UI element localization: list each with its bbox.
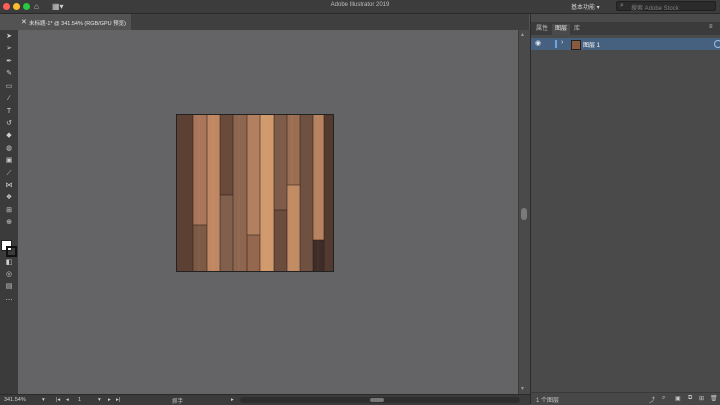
panel-menu-icon[interactable]: ≡ <box>709 24 713 30</box>
prev-artboard-icon[interactable]: ◂ <box>66 397 69 403</box>
artboard-dropdown-icon[interactable]: ▾ <box>98 397 101 403</box>
artboard-number-field[interactable]: 1 <box>78 397 81 403</box>
clipping-mask-icon[interactable]: ▣ <box>675 395 681 402</box>
locate-object-icon[interactable]: ⌕ <box>662 395 665 402</box>
new-sublayer-icon[interactable]: ⧉ <box>688 395 692 402</box>
type-icon[interactable]: T <box>3 107 15 117</box>
scroll-up-icon[interactable]: ▴ <box>521 31 524 38</box>
new-layer-icon[interactable]: ⊞ <box>699 395 704 402</box>
last-artboard-icon[interactable]: ▸| <box>116 397 120 403</box>
search-icon: ⌕ <box>620 2 624 9</box>
tools-panel: ➤ ➢ ✒ ✎ ▭ ∕ T ↺ ◆ ◍ ▣ ⟋ ⋈ ❖ ⊞ ⊕ ◧ ◎ ▤ ⋯ <box>0 30 19 394</box>
layer-color-bar <box>555 40 557 48</box>
first-artboard-icon[interactable]: |◂ <box>56 397 60 403</box>
wood-planks-artboard[interactable] <box>177 115 333 271</box>
rectangle-icon[interactable]: ▭ <box>3 82 15 92</box>
layer-target-icon[interactable] <box>714 40 720 48</box>
status-menu-icon[interactable]: ▸ <box>231 397 234 403</box>
layer-thumbnail <box>571 40 581 50</box>
horizontal-scroll-thumb[interactable] <box>370 398 384 402</box>
artboard-icon[interactable]: ⊞ <box>3 206 15 216</box>
paintbrush-icon[interactable]: ∕ <box>3 94 15 104</box>
more-tools-icon[interactable]: ⋯ <box>3 296 15 306</box>
next-artboard-icon[interactable]: ▸ <box>108 397 111 403</box>
tab-properties[interactable]: 属性 <box>533 24 551 35</box>
pen-icon[interactable]: ✒ <box>3 57 15 67</box>
stroke-color-swatch[interactable] <box>6 246 17 257</box>
collect-export-icon[interactable]: ⤴ <box>649 395 655 404</box>
document-tab[interactable]: ✕ 未标题-1* @ 341.54% (RGB/GPU 预览) <box>18 14 131 30</box>
close-document-icon[interactable]: ✕ <box>21 18 27 26</box>
tab-layers[interactable]: 图层 <box>552 24 571 35</box>
vertical-scroll-thumb[interactable] <box>521 208 527 220</box>
shape-builder-icon[interactable]: ◍ <box>3 144 15 154</box>
eyedropper-icon[interactable]: ⟋ <box>3 169 15 179</box>
canvas-vertical-scrollbar[interactable]: ▴ ▾ <box>518 30 530 394</box>
layer-name[interactable]: 图层 1 <box>583 40 600 49</box>
title-bar: ⌂ ▦▾ Adobe Illustrator 2019 基本功能 ▾ ⌕ 搜索 … <box>0 0 720 14</box>
workspace-switcher[interactable]: 基本功能 ▾ <box>571 2 600 11</box>
visibility-eye-icon[interactable]: ◉ <box>535 39 541 47</box>
layers-panel: 属性 图层 库 ≡ ◉ › 图层 1 1 个图层 ⤴ ⌕ ▣ ⧉ ⊞ 🗑 <box>530 14 720 405</box>
app-title: Adobe Illustrator 2019 <box>330 2 390 8</box>
layer-row[interactable]: ◉ › 图层 1 <box>531 38 720 50</box>
curvature-icon[interactable]: ✎ <box>3 69 15 79</box>
gradient-icon[interactable]: ▣ <box>3 156 15 166</box>
stock-search-field[interactable]: ⌕ 搜索 Adobe Stock <box>616 1 716 12</box>
selection-icon[interactable]: ➤ <box>3 32 15 42</box>
symbol-sprayer-icon[interactable]: ❖ <box>3 193 15 203</box>
layer-count: 1 个图层 <box>536 398 560 404</box>
document-tab-bar: ✕ 未标题-1* @ 341.54% (RGB/GPU 预览) <box>18 14 529 30</box>
canvas-horizontal-scrollbar[interactable] <box>240 397 520 403</box>
stock-search-placeholder: 搜索 Adobe Stock <box>631 6 679 12</box>
delete-layer-icon[interactable]: 🗑 <box>710 395 718 402</box>
color-mode-icon[interactable]: ◧ <box>3 258 15 268</box>
drawing-mode-icon[interactable]: ◎ <box>3 270 15 280</box>
zoom-level-field[interactable]: 341.54% <box>4 397 26 403</box>
panel-tab-bar: 属性 图层 库 ≡ <box>531 22 720 35</box>
direct-selection-icon[interactable]: ➢ <box>3 44 15 54</box>
zoom-dropdown-icon[interactable]: ▾ <box>42 397 45 403</box>
blend-icon[interactable]: ⋈ <box>3 181 15 191</box>
layers-panel-footer: 1 个图层 ⤴ ⌕ ▣ ⧉ ⊞ 🗑 <box>531 392 720 405</box>
expand-layer-icon[interactable]: › <box>561 39 563 46</box>
canvas-area[interactable] <box>18 30 518 394</box>
scroll-down-icon[interactable]: ▾ <box>521 385 524 392</box>
zoom-icon[interactable]: ⊕ <box>3 218 15 228</box>
status-bar: 341.54% ▾ |◂ ◂ 1 ▾ ▸ ▸| 抓手 ▸ <box>0 394 530 405</box>
rotate-icon[interactable]: ↺ <box>3 119 15 129</box>
document-tab-title: 未标题-1* @ 341.54% (RGB/GPU 预览) <box>29 21 126 27</box>
wood-planks-image <box>177 115 333 271</box>
tab-libraries[interactable]: 库 <box>571 24 583 35</box>
eraser-icon[interactable]: ◆ <box>3 131 15 141</box>
screen-mode-icon[interactable]: ▤ <box>3 282 15 292</box>
